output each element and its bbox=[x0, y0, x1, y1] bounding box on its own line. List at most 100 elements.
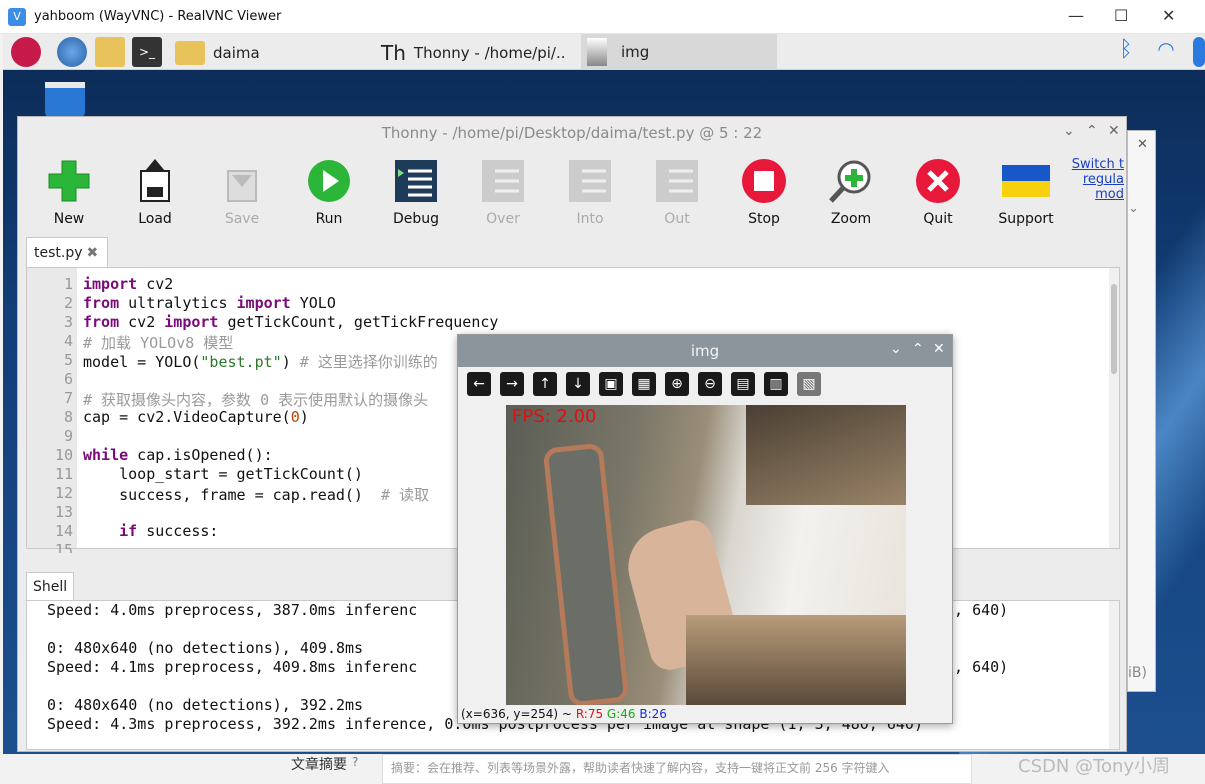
step-into-icon bbox=[566, 157, 614, 205]
toolbar-label: Debug bbox=[392, 211, 440, 227]
code-line: cap = cv2.VideoCapture(0) bbox=[83, 408, 309, 426]
img-window: img ⌄ ⌃ ✕ ← → ↑ ↓ ▣ ▦ ⊕ ⊖ ▤ ▥ ▧ FPS: 2.0… bbox=[457, 334, 953, 724]
code-line: success, frame = cap.read() # 读取 bbox=[83, 486, 430, 504]
save-image-icon[interactable]: ▤ bbox=[731, 372, 755, 396]
quit-button[interactable]: Quit bbox=[898, 157, 978, 227]
line-number: 9 bbox=[63, 427, 73, 445]
close-icon[interactable]: ✕ bbox=[1137, 137, 1148, 152]
zoom-button[interactable]: Zoom bbox=[811, 157, 891, 227]
close-icon[interactable]: ✕ bbox=[933, 341, 945, 357]
line-number: 6 bbox=[63, 370, 73, 388]
close-button[interactable]: ✕ bbox=[1162, 6, 1175, 25]
pan-up-icon[interactable]: ↑ bbox=[533, 372, 557, 396]
maximize-button[interactable]: ☐ bbox=[1114, 6, 1128, 25]
shell-line: Speed: 4.1ms preprocess, 409.8ms inferen… bbox=[47, 658, 418, 676]
red-value: R:75 bbox=[575, 707, 604, 721]
load-icon bbox=[131, 157, 179, 205]
pan-right-icon[interactable]: → bbox=[500, 372, 524, 396]
img-window-title: img bbox=[458, 335, 952, 367]
switch-link-line: mod bbox=[1095, 187, 1124, 202]
ukraine-flag-icon bbox=[1002, 157, 1050, 205]
copy-clipboard-icon[interactable]: ▥ bbox=[764, 372, 788, 396]
save-icon bbox=[218, 157, 266, 205]
run-icon bbox=[305, 157, 353, 205]
shell-line-tail: ), 640) bbox=[945, 658, 1009, 676]
line-number: 4 bbox=[63, 332, 73, 350]
abstract-input[interactable]: 摘要：会在推荐、列表等场景外露，帮助读者快速了解内容，支持一键将正文前 256 … bbox=[382, 754, 972, 784]
file-manager-icon[interactable] bbox=[95, 37, 125, 67]
switch-link-line: regula bbox=[1082, 172, 1124, 187]
zoom-in-icon[interactable]: ⊕ bbox=[665, 372, 689, 396]
toolbar-label: New bbox=[53, 211, 85, 227]
save-button[interactable]: Save bbox=[202, 157, 282, 227]
line-number: 3 bbox=[63, 313, 73, 331]
chevron-up-icon[interactable]: ⌃ bbox=[1086, 123, 1098, 139]
task-thonny[interactable]: Th Thonny - /home/pi/.. bbox=[381, 38, 581, 68]
line-number: 12 bbox=[54, 484, 73, 502]
stop-button[interactable]: Stop bbox=[724, 157, 804, 227]
editor-tab-label: test.py bbox=[34, 244, 83, 261]
code-line: from ultralytics import YOLO bbox=[83, 294, 336, 312]
pan-left-icon[interactable]: ← bbox=[467, 372, 491, 396]
toolbar-label: Stop bbox=[748, 211, 780, 227]
line-number: 11 bbox=[54, 465, 73, 483]
task-daima[interactable]: daima bbox=[175, 38, 260, 68]
properties-icon[interactable]: ▧ bbox=[797, 372, 821, 396]
code-line: import cv2 bbox=[83, 275, 174, 293]
stop-icon bbox=[740, 157, 788, 205]
code-line: while cap.isOpened(): bbox=[83, 446, 273, 464]
into-button[interactable]: Into bbox=[550, 157, 630, 227]
shell-line: 0: 480x640 (no detections), 392.2ms bbox=[47, 696, 364, 714]
code-line: # 加载 YOLOv8 模型 bbox=[83, 334, 234, 352]
browser-icon[interactable] bbox=[57, 37, 87, 67]
new-button[interactable]: New bbox=[29, 157, 109, 227]
terminal-icon[interactable]: >_ bbox=[132, 37, 162, 67]
chevron-down-icon[interactable]: ⌄ bbox=[1128, 201, 1139, 216]
zoom-image-icon[interactable]: ▦ bbox=[632, 372, 656, 396]
microphone-icon[interactable] bbox=[1193, 37, 1205, 67]
toolbar-label: Over bbox=[486, 211, 520, 227]
image-icon[interactable]: ▣ bbox=[599, 372, 623, 396]
debug-button[interactable]: Debug bbox=[376, 157, 456, 227]
over-button[interactable]: Over bbox=[463, 157, 543, 227]
code-line: loop_start = getTickCount() bbox=[83, 465, 363, 483]
task-img[interactable]: img bbox=[581, 34, 777, 70]
toolbar-label: Zoom bbox=[830, 211, 872, 227]
shell-tab[interactable]: Shell bbox=[26, 572, 74, 600]
task-daima-label: daima bbox=[213, 44, 260, 62]
support-button[interactable]: Support bbox=[986, 157, 1066, 227]
zoom-out-icon[interactable]: ⊖ bbox=[698, 372, 722, 396]
minimize-button[interactable]: — bbox=[1068, 6, 1084, 25]
task-img-label: img bbox=[621, 43, 650, 61]
help-icon[interactable]: ? bbox=[352, 755, 358, 769]
run-button[interactable]: Run bbox=[289, 157, 369, 227]
editor-scrollbar[interactable] bbox=[1109, 268, 1119, 548]
thonny-icon: Th bbox=[381, 41, 406, 65]
image-window-icon bbox=[587, 38, 607, 66]
close-tab-icon[interactable]: ✖ bbox=[87, 245, 99, 261]
chevron-down-icon[interactable]: ⌄ bbox=[890, 341, 902, 357]
wifi-icon[interactable]: ◠ bbox=[1151, 37, 1181, 67]
pixel-status: (x=636, y=254) ~ R:75 G:46 B:26 bbox=[461, 707, 667, 721]
shell-tab-label: Shell bbox=[33, 578, 68, 595]
toolbar-label: Out bbox=[664, 211, 690, 227]
raspberry-menu-icon[interactable] bbox=[11, 37, 41, 67]
editor-tab-test-py[interactable]: test.py ✖ bbox=[26, 237, 108, 267]
shell-scrollbar[interactable] bbox=[1109, 601, 1119, 749]
shell-line: 0: 480x640 (no detections), 409.8ms bbox=[47, 639, 364, 657]
quit-icon bbox=[914, 157, 962, 205]
load-button[interactable]: Load bbox=[115, 157, 195, 227]
fps-overlay: FPS: 2.00 bbox=[512, 406, 597, 427]
trash-icon[interactable] bbox=[45, 82, 85, 118]
line-number: 14 bbox=[54, 522, 73, 540]
chevron-down-icon[interactable]: ⌄ bbox=[1063, 123, 1075, 139]
line-number: 7 bbox=[63, 389, 73, 407]
cursor-coords: (x=636, y=254) ~ bbox=[461, 707, 572, 721]
out-button[interactable]: Out bbox=[637, 157, 717, 227]
bluetooth-icon[interactable]: ᛒ bbox=[1111, 37, 1141, 67]
step-out-icon bbox=[653, 157, 701, 205]
pan-down-icon[interactable]: ↓ bbox=[566, 372, 590, 396]
chevron-up-icon[interactable]: ⌃ bbox=[912, 341, 924, 357]
close-icon[interactable]: ✕ bbox=[1108, 123, 1120, 139]
switch-mode-link[interactable]: Switch t regula mod bbox=[1068, 157, 1124, 202]
